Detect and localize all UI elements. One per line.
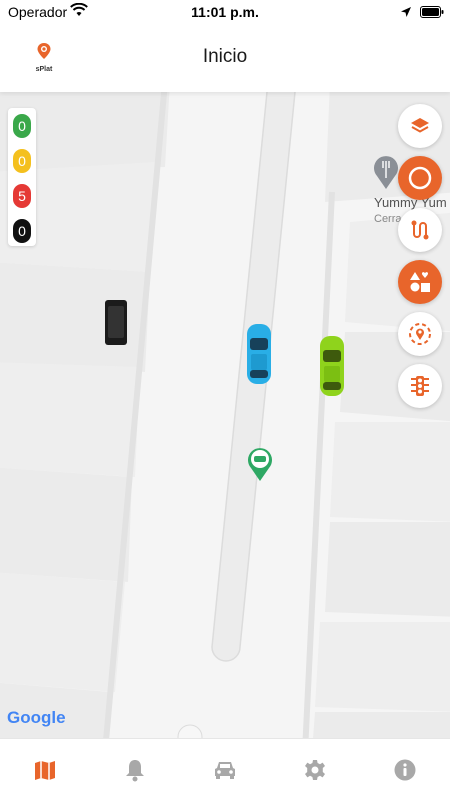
nav-map[interactable] <box>0 739 90 800</box>
gear-icon <box>305 759 325 780</box>
nav-info[interactable] <box>360 739 450 800</box>
counter-red[interactable]: 5 <box>13 184 31 208</box>
location-target-icon <box>409 323 431 345</box>
route-icon <box>411 220 429 240</box>
building-block <box>325 522 450 617</box>
status-bar: Operador 11:01 p.m. <box>0 0 450 24</box>
car-black-icon[interactable] <box>105 300 127 345</box>
counter-black[interactable]: 0 <box>13 219 31 243</box>
car-icon <box>215 761 235 779</box>
building-block <box>0 572 125 692</box>
poi-subtitle: Cerra <box>374 213 402 225</box>
vehicle-status-counters: 0 0 5 0 <box>8 108 36 246</box>
counter-yellow[interactable]: 0 <box>13 149 31 173</box>
building-block <box>0 262 150 372</box>
nav-settings[interactable] <box>270 739 360 800</box>
draw-circle-button[interactable] <box>398 156 442 200</box>
layers-icon <box>411 118 429 133</box>
building-block <box>313 712 450 738</box>
battery-icon <box>420 5 444 23</box>
layers-button[interactable] <box>398 104 442 148</box>
route-button[interactable] <box>398 208 442 252</box>
map-canvas <box>0 92 450 738</box>
google-logo-text: Google <box>7 708 66 727</box>
counter-green[interactable]: 0 <box>13 114 31 138</box>
traffic-button[interactable] <box>398 364 442 408</box>
info-icon <box>394 759 416 780</box>
car-blue-icon[interactable] <box>247 324 271 384</box>
circle-draw-icon <box>408 166 432 190</box>
building-block <box>0 362 140 477</box>
building-block <box>330 422 450 522</box>
app-header: sPlat Inicio <box>0 24 450 92</box>
traffic-light-icon <box>411 376 429 396</box>
geofence-button[interactable] <box>398 312 442 356</box>
bottom-nav <box>0 738 450 800</box>
google-logo: Google <box>7 708 66 728</box>
map-view[interactable]: Yummy Yum Cerra <box>0 92 450 738</box>
shapes-button[interactable] <box>398 260 442 304</box>
building-block <box>0 467 132 582</box>
nav-notifications[interactable] <box>90 739 180 800</box>
building-block <box>315 622 450 712</box>
clock: 11:01 p.m. <box>191 4 259 20</box>
shapes-icon <box>410 272 430 292</box>
location-arrow-icon <box>400 5 412 23</box>
car-green-icon[interactable] <box>320 336 344 396</box>
nav-vehicles[interactable] <box>180 739 270 800</box>
page-title: Inicio <box>202 46 248 67</box>
bell-icon <box>126 759 144 781</box>
map-icon <box>35 760 55 780</box>
